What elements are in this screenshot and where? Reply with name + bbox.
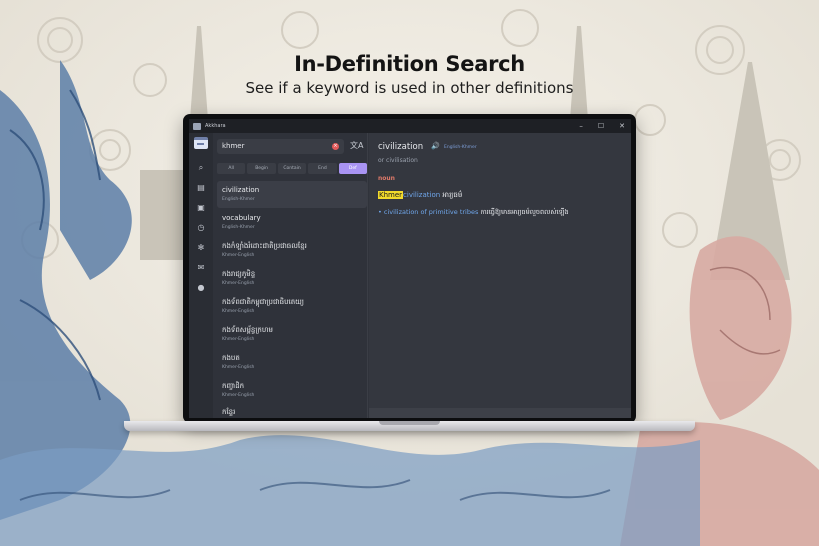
example-link[interactable]: civilization of primitive tribes bbox=[384, 208, 478, 216]
tab-def[interactable]: Def bbox=[338, 163, 368, 174]
entry-variant: or civilisation bbox=[378, 157, 418, 164]
list-item-lang: Khmer-English bbox=[222, 365, 255, 370]
list-item[interactable]: កញ្ចាដិក Khmer-English bbox=[217, 377, 367, 404]
laptop-base bbox=[124, 421, 695, 431]
example-line: • civilization of primitive tribes ការធ្… bbox=[378, 207, 569, 217]
list-item-word: កងបត bbox=[222, 354, 240, 362]
definition-link[interactable]: civilization bbox=[403, 191, 440, 199]
tab-all[interactable]: All bbox=[217, 163, 246, 174]
example-text: ការធ្វើឱ្យមានអារ្យធម៌លួចពលស់ឡើង bbox=[480, 208, 569, 216]
part-of-speech: noun bbox=[378, 175, 395, 182]
title-bar: Akkhara – ☐ ✕ bbox=[189, 119, 631, 133]
bookmarks-icon[interactable]: ▤ bbox=[196, 183, 206, 193]
list-item-lang: Khmer-English bbox=[222, 253, 255, 258]
dictionaries-icon[interactable]: ▣ bbox=[196, 203, 206, 213]
list-item-lang: Khmer-English bbox=[222, 337, 255, 342]
list-item-word: កញ្ចាដិក bbox=[222, 382, 245, 390]
settings-icon[interactable]: ✻ bbox=[196, 243, 206, 253]
translate-icon[interactable]: 文A bbox=[350, 140, 363, 151]
list-item-lang: English-Khmer bbox=[222, 225, 255, 230]
search-input-value: khmer bbox=[222, 142, 245, 150]
clear-search-icon[interactable]: × bbox=[332, 143, 339, 150]
list-item-lang: Khmer-English bbox=[222, 281, 255, 286]
list-item-word: កងទ័ពជាតិកម្ពុជាប្រជាធិបតេយ្យ bbox=[222, 298, 304, 306]
list-item[interactable]: កងទ័ពសម្ព័ន្ធក្រហម Khmer-English bbox=[217, 321, 367, 348]
history-icon[interactable]: ◷ bbox=[196, 223, 206, 233]
list-item-word: កងរាជ្យភូមិន្ទ bbox=[222, 270, 256, 278]
list-item-word: vocabulary bbox=[222, 214, 261, 222]
window-controls: – ☐ ✕ bbox=[579, 119, 625, 133]
tab-begin[interactable]: Begin bbox=[247, 163, 276, 174]
close-button[interactable]: ✕ bbox=[619, 119, 625, 133]
list-item-word: civilization bbox=[222, 186, 260, 194]
search-input[interactable]: khmer × bbox=[217, 139, 344, 154]
list-item[interactable]: vocabulary English-Khmer bbox=[217, 209, 367, 236]
list-item-lang: English-Khmer bbox=[222, 197, 255, 202]
list-item[interactable]: កងកំឡាំងរំដោះជាតិប្រជាធលខ្មែរ Khmer-Engl… bbox=[217, 237, 367, 264]
tab-end[interactable]: End bbox=[308, 163, 337, 174]
definition-pane: civilization 🔊 English-Khmer or civilisa… bbox=[369, 133, 631, 418]
list-item-word: កន្ទែរ bbox=[222, 408, 236, 416]
list-item-lang: Khmer-English bbox=[222, 309, 255, 314]
window-title: Akkhara bbox=[205, 123, 226, 129]
tab-contain[interactable]: Contain bbox=[277, 163, 307, 174]
akkhara-logo-icon[interactable] bbox=[194, 137, 208, 149]
list-item[interactable]: civilization English-Khmer bbox=[217, 181, 367, 208]
search-icon[interactable]: ⌕ bbox=[196, 163, 206, 173]
sidebar-rail: ⌕ ▤ ▣ ◷ ✻ ✉ ● bbox=[189, 133, 213, 418]
list-item[interactable]: កងទ័ពជាតិកម្ពុជាប្រជាធិបតេយ្យ Khmer-Engl… bbox=[217, 293, 367, 320]
search-mode-tabs: All Begin Contain End Def bbox=[217, 163, 368, 174]
info-icon[interactable]: ● bbox=[196, 283, 206, 293]
definition-line: Khmercivilization អារ្យធម៌ bbox=[378, 189, 462, 201]
maximize-button[interactable]: ☐ bbox=[598, 119, 604, 133]
definition-text: អារ្យធម៌ bbox=[442, 191, 463, 199]
list-item-word: កងកំឡាំងរំដោះជាតិប្រជាធលខ្មែរ bbox=[222, 242, 307, 250]
app-window: Akkhara – ☐ ✕ ⌕ ▤ ▣ ◷ ✻ ✉ ● khmer × 文A A… bbox=[189, 119, 631, 418]
bullet-icon: • bbox=[378, 208, 382, 216]
list-item-word: កងទ័ពសម្ព័ន្ធក្រហម bbox=[222, 326, 273, 334]
minimize-button[interactable]: – bbox=[579, 119, 583, 133]
mail-icon[interactable]: ✉ bbox=[196, 263, 206, 273]
page-heading: In-Definition Search bbox=[294, 52, 525, 76]
status-bar bbox=[369, 408, 631, 418]
speaker-icon[interactable]: 🔊 bbox=[431, 142, 440, 150]
entry-dictionary: English-Khmer bbox=[444, 145, 477, 150]
app-icon bbox=[193, 122, 201, 130]
list-item-lang: Khmer-English bbox=[222, 393, 255, 398]
search-highlight: Khmer bbox=[378, 191, 404, 199]
list-item[interactable]: កងបត Khmer-English bbox=[217, 349, 367, 376]
page-subheading: See if a keyword is used in other defini… bbox=[245, 79, 574, 97]
list-item[interactable]: កងរាជ្យភូមិន្ទ Khmer-English bbox=[217, 265, 367, 292]
list-item[interactable]: កន្ទែរ bbox=[217, 403, 367, 418]
results-pane: khmer × 文A All Begin Contain End Def civ… bbox=[213, 133, 368, 418]
entry-headword: civilization bbox=[378, 142, 424, 152]
